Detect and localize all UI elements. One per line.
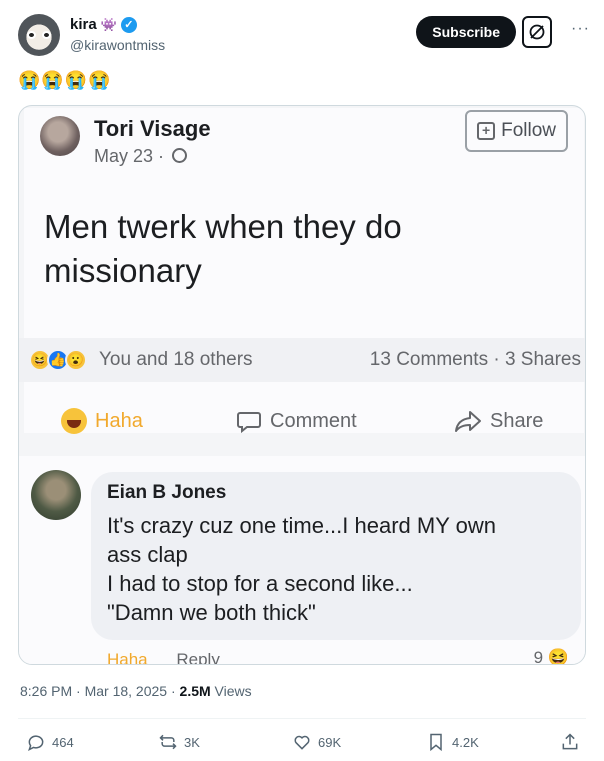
comment-reply-link: Reply [176,650,220,665]
subscribe-button[interactable]: Subscribe [416,16,516,48]
grok-button[interactable] [522,16,552,48]
comment-reaction-count: 9 😆 [533,648,569,665]
bookmark-count: 4.2K [452,734,479,750]
fb-date-text: May 23 · [94,146,165,166]
more-icon[interactable]: ··· [571,20,590,38]
share-button[interactable] [560,732,580,752]
alien-emoji-icon: 👾 [100,16,117,32]
comment-reaction-number: 9 [533,648,544,665]
tweet-timestamp[interactable]: 8:26 PM · Mar 18, 2025 · [20,683,180,699]
fb-haha-action: Haha [61,408,143,434]
wow-reaction-icon: 😮 [65,349,87,371]
fb-actions-bar: Haha Comment Share [19,398,585,448]
fb-comment-label: Comment [270,409,357,432]
share-arrow-icon [455,411,481,432]
fb-stats-bar: 😆 👍 😮 You and 18 others 13 Comments · 3 … [19,338,585,382]
globe-icon [172,148,188,163]
repost-count: 3K [184,734,200,750]
fb-post: Tori Visage May 23 · + Follow Men twerk … [24,108,584,433]
author-avatar[interactable] [18,14,60,56]
fb-follow-button: + Follow [465,110,568,152]
comment-text: It's crazy cuz one time...I heard MY own… [107,513,496,625]
author-name-row[interactable]: kira 👾 ✓ [70,16,137,33]
verified-badge-icon[interactable]: ✓ [120,16,137,33]
fb-share-action: Share [454,408,543,434]
fb-comment-action: Comment [236,408,357,434]
follow-plus-icon: + [477,122,496,140]
commenter-name: Eian B Jones [107,482,227,503]
comment-bubble-icon [237,412,261,434]
share-icon [562,733,578,750]
fb-share-label: Share [490,409,544,432]
repost-icon [159,734,177,750]
fb-author-name: Tori Visage [94,116,211,141]
like-button[interactable]: 69K [292,732,341,752]
comment-bubble: Eian B Jones It's crazy cuz one time...I… [91,472,581,640]
fb-reactions-text: You and 18 others [99,349,253,370]
commenter-avatar [31,470,81,520]
repost-button[interactable]: 3K [158,732,200,752]
tweet-meta: 8:26 PM · Mar 18, 2025 · 2.5M Views [20,683,252,699]
reply-count: 464 [52,734,74,750]
fb-haha-label: Haha [95,409,143,432]
views-label: Views [210,683,252,699]
divider [18,718,586,719]
fb-post-body: Men twerk when they do missionary [44,208,402,289]
haha-emoji-icon [61,408,87,434]
fb-comments-shares: 13 Comments · 3 Shares [369,349,581,370]
comment-haha-link: Haha [107,650,148,665]
heart-icon [294,735,310,750]
reply-icon [28,735,44,751]
bookmark-icon [430,733,442,752]
bookmark-button[interactable]: 4.2K [426,732,479,752]
like-count: 69K [318,734,342,750]
author-handle[interactable]: @kirawontmiss [70,37,165,53]
tweet-action-bar: 464 3K 69K 4.2K [0,728,604,758]
fb-comment: Eian B Jones It's crazy cuz one time...I… [19,456,585,665]
views-count: 2.5M [179,683,211,699]
reply-button[interactable]: 464 [26,732,74,752]
comment-haha-icon: 😆 [547,648,569,665]
tweet-media-image[interactable]: Tori Visage May 23 · + Follow Men twerk … [18,105,586,665]
tweet-text: 😭😭😭😭 [18,70,112,90]
reaction-icons: 😆 👍 😮 [29,349,87,371]
fb-author-avatar [40,116,80,156]
grok-icon [529,24,545,40]
fb-follow-label: Follow [501,120,556,141]
author-name[interactable]: kira [70,16,97,33]
fb-post-date: May 23 · [94,146,188,167]
comment-footer: Haha Reply [107,650,220,665]
tweet-header: kira 👾 ✓ @kirawontmiss Subscribe ··· [18,12,592,58]
